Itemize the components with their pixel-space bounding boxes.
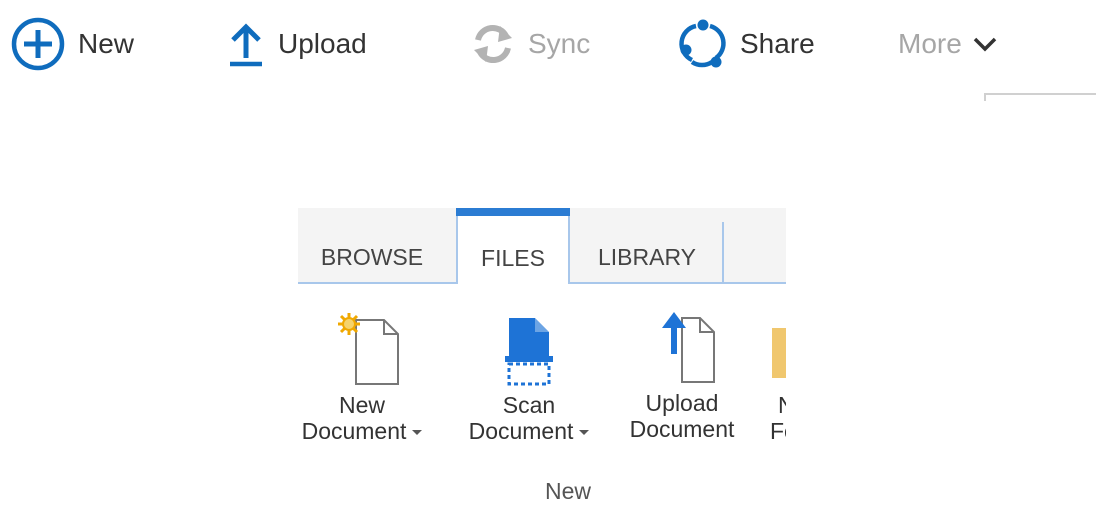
caret-down-icon [412, 430, 423, 436]
plus-circle-icon [10, 16, 66, 72]
sync-command[interactable]: Sync [470, 16, 590, 72]
ribbon: BROWSE FILES LIBRARY New Document Scan D… [298, 208, 786, 506]
upload-arrow-icon [226, 16, 266, 72]
upload-document-label-line2: Document [629, 416, 735, 442]
scan-document-icon [456, 308, 602, 392]
chevron-down-icon [972, 34, 998, 54]
sync-icon [470, 16, 516, 72]
new-document-icon [298, 308, 432, 392]
share-command[interactable]: Share [678, 16, 815, 72]
tab-library[interactable]: LIBRARY [570, 232, 724, 282]
ribbon-group-label: New [544, 478, 591, 504]
upload-document-icon [612, 306, 752, 390]
scan-document-button[interactable]: Scan Document [456, 308, 602, 444]
tab-browse-label: BROWSE [320, 243, 424, 270]
caret-down-icon [579, 430, 590, 436]
tab-separator [722, 222, 724, 284]
tab-library-label: LIBRARY [597, 243, 696, 270]
new-folder-label-line1: N [768, 392, 786, 418]
upload-document-button[interactable]: Upload Document [612, 306, 752, 442]
tab-files[interactable]: FILES [456, 208, 570, 284]
upload-command[interactable]: Upload [226, 16, 367, 72]
folder-icon [768, 308, 786, 392]
scan-document-label-line2: Document [468, 418, 574, 444]
new-folder-label-line2: Fo [770, 418, 786, 444]
sync-command-label: Sync [528, 28, 591, 59]
more-command[interactable]: More [898, 16, 998, 72]
tab-files-label: FILES [481, 244, 545, 271]
new-folder-button[interactable]: N Fo [768, 308, 786, 444]
new-document-button[interactable]: New Document [298, 308, 432, 444]
tab-browse[interactable]: BROWSE [298, 232, 446, 282]
more-command-label: More [898, 28, 962, 59]
new-command[interactable]: New [10, 16, 134, 72]
new-command-label: New [78, 28, 135, 59]
upload-document-label-line1: Upload [645, 390, 719, 416]
upload-command-label: Upload [278, 28, 367, 59]
scan-document-label-line1: Scan [502, 392, 556, 418]
canvas: New Upload Sync Share More BROWSE FILES … [0, 0, 1096, 506]
new-document-label-line1: New [338, 392, 385, 418]
share-command-label: Share [740, 28, 815, 59]
command-bar-divider-tick [984, 93, 986, 101]
command-bar-divider [984, 93, 1096, 95]
share-icon [678, 16, 728, 72]
new-document-label-line2: Document [301, 418, 407, 444]
